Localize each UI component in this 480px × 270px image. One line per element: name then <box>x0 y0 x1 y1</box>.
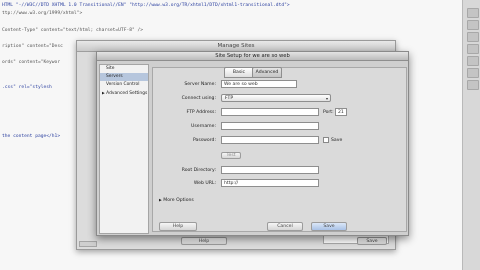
toolbar-button[interactable] <box>467 44 479 54</box>
connect-using-label: Connect using: <box>181 96 216 101</box>
manage-help-button[interactable]: Help <box>181 237 227 245</box>
manage-sites-footer-block <box>79 241 97 247</box>
sidebar-item-label: Advanced Settings <box>106 91 148 96</box>
disclosure-triangle-icon[interactable]: ▶ <box>102 91 105 95</box>
disclosure-triangle-icon: ▶ <box>159 198 162 202</box>
port-field[interactable]: 21 <box>335 108 347 116</box>
toolbar-button[interactable] <box>467 80 479 90</box>
sidebar-item-servers[interactable]: Servers <box>100 73 148 81</box>
site-setup-dialog: Site Setup for we are so web Site Server… <box>96 51 409 236</box>
more-options-label: More Options <box>163 198 194 203</box>
server-name-field[interactable]: We are so web <box>221 80 297 88</box>
code-line: .css" rel="stylesh <box>2 85 52 90</box>
port-label: Port: <box>323 110 334 115</box>
code-line: the content page</h1> <box>2 134 61 140</box>
tab-basic[interactable]: Basic <box>224 67 254 78</box>
cancel-button[interactable]: Cancel <box>267 222 303 231</box>
more-options-toggle[interactable]: ▶ More Options <box>159 198 194 203</box>
manage-save-button[interactable]: Save <box>357 237 387 245</box>
ftp-address-label: FTP Address: <box>186 110 216 115</box>
username-field[interactable] <box>221 122 319 130</box>
toolbar-button[interactable] <box>467 20 479 30</box>
server-settings-panel: Basic Advanced Server Name: We are so we… <box>152 67 407 232</box>
root-directory-label: Root Directory: <box>181 168 216 173</box>
right-toolbar <box>462 0 480 270</box>
sidebar-item-site[interactable]: Site <box>100 65 148 73</box>
save-password-checkbox[interactable] <box>323 137 329 143</box>
ftp-address-field[interactable] <box>221 108 319 116</box>
tab-advanced[interactable]: Advanced <box>252 67 282 78</box>
username-label: Username: <box>191 124 216 129</box>
site-setup-title: Site Setup for we are so web <box>97 52 408 61</box>
toolbar-button[interactable] <box>467 8 479 18</box>
test-button[interactable]: Test <box>221 152 241 159</box>
web-url-field[interactable]: http:// <box>221 179 319 187</box>
toolbar-button[interactable] <box>467 68 479 78</box>
connect-using-value: FTP <box>225 96 234 101</box>
save-button[interactable]: Save <box>311 222 347 231</box>
site-setup-sidebar: Site Servers Version Control ▶ Advanced … <box>99 64 149 234</box>
password-field[interactable] <box>221 136 319 144</box>
web-url-label: Web URL: <box>193 181 216 186</box>
code-line: HTML "-//W3C//DTD XHTML 1.0 Transitional… <box>2 3 290 8</box>
connect-using-select[interactable]: FTP ▾ <box>221 94 331 102</box>
code-line: ttp://www.w3.org/1999/xhtml"> <box>2 11 83 17</box>
chevron-down-icon: ▾ <box>325 96 328 101</box>
help-button[interactable]: Help <box>159 222 197 231</box>
sidebar-item-advanced-settings[interactable]: ▶ Advanced Settings <box>100 89 148 97</box>
code-line: ords" content="Keywor <box>2 60 61 66</box>
root-directory-field[interactable] <box>221 166 319 174</box>
password-label: Password: <box>192 138 216 143</box>
server-name-label: Server Name: <box>184 82 216 87</box>
toolbar-button[interactable] <box>467 56 479 66</box>
sidebar-item-version-control[interactable]: Version Control <box>100 81 148 89</box>
save-password-label: Save <box>331 138 343 143</box>
toolbar-button[interactable] <box>467 32 479 42</box>
code-line: ription" content="Desc <box>2 44 63 49</box>
code-line: Content-Type" content="text/html; charse… <box>2 27 144 33</box>
